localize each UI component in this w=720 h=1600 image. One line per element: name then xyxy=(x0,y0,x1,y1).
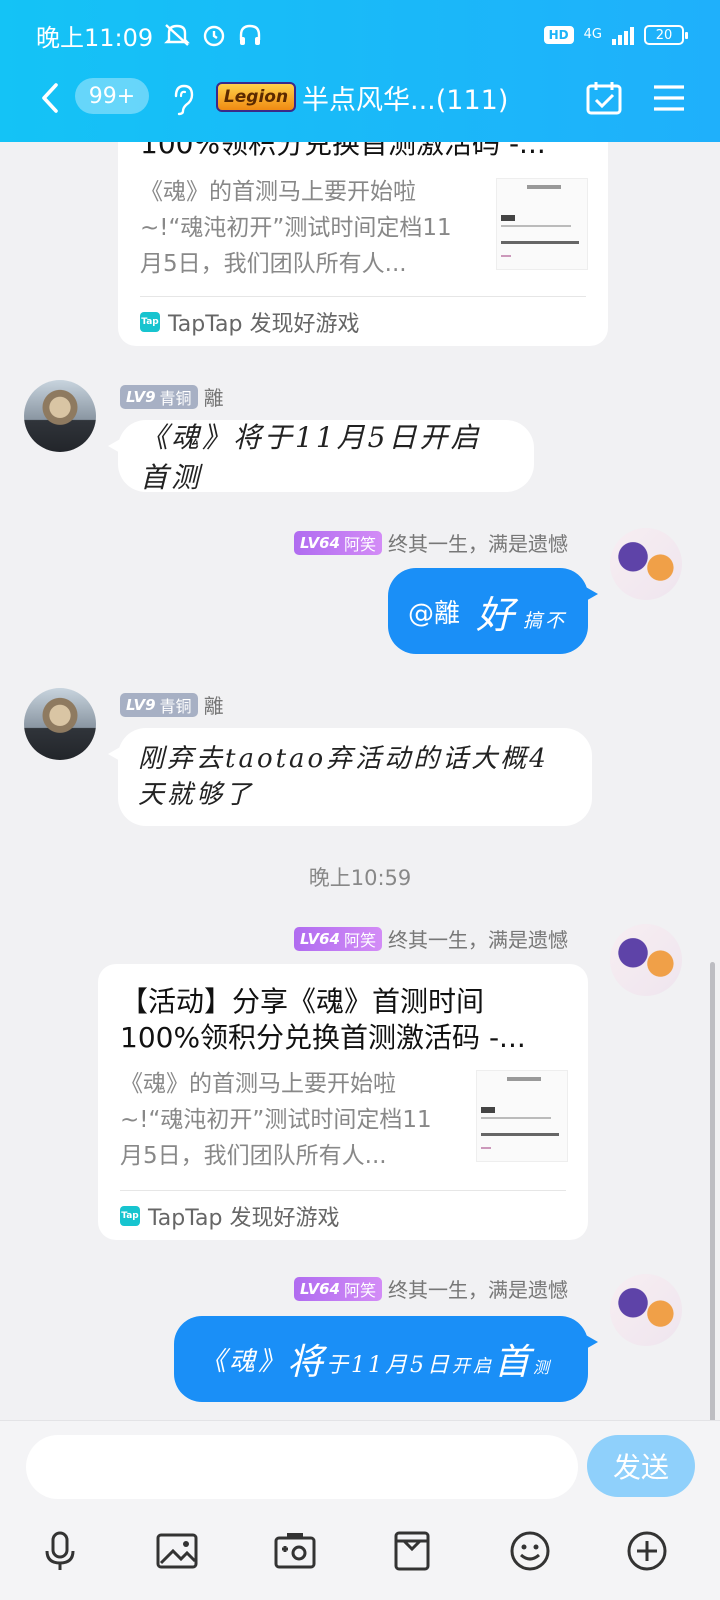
message-bubble[interactable]: 刚弃去taotao弃活动的话大概4天就够了 xyxy=(108,728,592,826)
card-description: 《魂》的首测马上要开始啦~!“魂沌初开”测试时间定档11月5日，我们团队所有人.… xyxy=(120,1071,432,1169)
message-text: 《魂》将于11月5日开启首测 xyxy=(140,421,482,494)
level-label: LV9 xyxy=(126,695,156,714)
card-source-label: TapTap 发现好游戏 xyxy=(168,312,360,337)
sender-info: LV64 阿笑 终其一生，满是遗憾 xyxy=(294,528,568,557)
sender-info: LV64 阿笑 终其一生，满是遗憾 xyxy=(294,924,568,953)
microphone-icon[interactable] xyxy=(38,1529,82,1573)
message-text: 好 xyxy=(476,592,518,637)
chat-title[interactable]: 半点风华...(111) xyxy=(302,78,508,117)
sender-info: LV9 青铜 離 xyxy=(120,690,224,719)
level-badge: LV9 青铜 xyxy=(120,692,198,717)
hd-badge: HD xyxy=(543,26,574,44)
level-label: LV64 xyxy=(300,1279,340,1298)
shared-link-card[interactable]: 100%领积分兑换首测激活码 -... 《魂》的首测马上要开始啦~!“魂沌初开”… xyxy=(118,142,608,346)
message-input[interactable] xyxy=(26,1435,578,1499)
message-bubble[interactable]: 《魂》将于11月5日开启首测 xyxy=(108,420,534,494)
calendar-check-icon[interactable] xyxy=(585,80,623,116)
card-thumbnail xyxy=(496,178,588,270)
message-text: 测 xyxy=(533,1358,553,1377)
level-badge: LV64 阿笑 xyxy=(294,926,382,951)
chat-header: 晚上11:09 HD 4G 20 99+ Legion 半点风华...(111) xyxy=(0,0,720,142)
avatar[interactable] xyxy=(24,688,96,760)
status-bar: 晚上11:09 HD 4G 20 xyxy=(36,18,688,52)
message-text: 首 xyxy=(494,1342,534,1383)
level-badge: LV64 阿笑 xyxy=(294,1276,382,1301)
battery-level: 20 xyxy=(655,27,673,43)
rank-label: 阿笑 xyxy=(343,534,376,554)
message-text: 于11月5日 xyxy=(326,1353,453,1378)
card-divider xyxy=(140,296,586,297)
sender-name[interactable]: 终其一生，满是遗憾 xyxy=(388,528,568,557)
nav-bar: 99+ Legion 半点风华...(111) xyxy=(0,70,720,126)
network-type: 4G xyxy=(583,27,602,42)
card-source: Tap TapTap 发现好游戏 xyxy=(140,306,359,338)
camera-icon[interactable] xyxy=(273,1529,317,1573)
ear-icon[interactable] xyxy=(170,82,196,116)
sender-info: LV9 青铜 離 xyxy=(120,382,224,411)
message-text: 搞不 xyxy=(523,609,568,632)
avatar[interactable] xyxy=(610,528,682,600)
taptap-icon: Tap xyxy=(120,1206,140,1226)
level-label: LV9 xyxy=(126,387,156,406)
card-divider xyxy=(120,1190,566,1191)
message-text: 刚弃去taotao弃活动的话大概4天就够了 xyxy=(138,744,549,810)
level-label: LV64 xyxy=(300,929,340,948)
toolbar xyxy=(0,1529,720,1579)
avatar[interactable] xyxy=(610,924,682,996)
rank-label: 青铜 xyxy=(159,696,192,716)
menu-icon[interactable] xyxy=(652,84,686,112)
sender-info: LV64 阿笑 终其一生，满是遗憾 xyxy=(294,1274,568,1303)
timestamp: 晚上10:59 xyxy=(308,866,412,890)
group-tag: Legion xyxy=(216,82,296,112)
card-title: 【活动】分享《魂》首测时间100%领积分兑换首测激活码 -... xyxy=(120,985,526,1054)
battery-icon: 20 xyxy=(644,25,688,45)
message-text: 将 xyxy=(287,1342,327,1383)
clock: 晚上11:09 xyxy=(36,23,154,52)
headphones-icon xyxy=(239,24,261,45)
level-badge: LV9 青铜 xyxy=(120,384,198,409)
avatar[interactable] xyxy=(24,380,96,452)
scrollbar[interactable] xyxy=(710,962,715,1420)
card-title: 100%领积分兑换首测激活码 -... xyxy=(140,142,546,160)
sender-name[interactable]: 终其一生，满是遗憾 xyxy=(388,1274,568,1303)
mute-icon xyxy=(164,24,191,46)
card-source: Tap TapTap 发现好游戏 xyxy=(120,1200,339,1232)
sender-name[interactable]: 離 xyxy=(204,690,224,719)
mention[interactable]: @離 xyxy=(408,593,460,630)
message-text: 《魂》 xyxy=(200,1346,288,1377)
sender-name[interactable]: 终其一生，满是遗憾 xyxy=(388,924,568,953)
rank-label: 阿笑 xyxy=(343,1280,376,1300)
avatar[interactable] xyxy=(610,1274,682,1346)
emoji-icon[interactable] xyxy=(508,1529,552,1573)
card-description: 《魂》的首测马上要开始啦~!“魂沌初开”测试时间定档11月5日，我们团队所有人.… xyxy=(140,179,452,277)
message-bubble[interactable]: 《魂》 将 于11月5日 开启 首 测 xyxy=(174,1316,598,1402)
card-thumbnail xyxy=(476,1070,568,1162)
message-text: 开启 xyxy=(452,1356,495,1377)
input-bar: 发送 xyxy=(0,1420,720,1600)
rank-label: 阿笑 xyxy=(343,930,376,950)
plus-icon[interactable] xyxy=(625,1529,669,1573)
sender-name[interactable]: 離 xyxy=(204,382,224,411)
signal-icon xyxy=(612,25,634,45)
send-button[interactable]: 发送 xyxy=(587,1435,695,1497)
file-icon[interactable] xyxy=(390,1529,434,1573)
rank-label: 青铜 xyxy=(159,388,192,408)
unread-count[interactable]: 99+ xyxy=(75,78,149,114)
back-icon[interactable] xyxy=(36,80,66,116)
level-badge: LV64 阿笑 xyxy=(294,530,382,555)
message-bubble[interactable]: @離 好 搞不 xyxy=(388,568,598,654)
level-label: LV64 xyxy=(300,533,340,552)
shared-link-card[interactable]: 【活动】分享《魂》首测时间100%领积分兑换首测激活码 -... 《魂》的首测马… xyxy=(98,964,588,1240)
message-list[interactable]: 100%领积分兑换首测激活码 -... 《魂》的首测马上要开始啦~!“魂沌初开”… xyxy=(0,142,720,1420)
card-source-label: TapTap 发现好游戏 xyxy=(148,1206,340,1231)
taptap-icon: Tap xyxy=(140,312,160,332)
image-icon[interactable] xyxy=(155,1529,199,1573)
alarm-icon xyxy=(203,25,225,47)
